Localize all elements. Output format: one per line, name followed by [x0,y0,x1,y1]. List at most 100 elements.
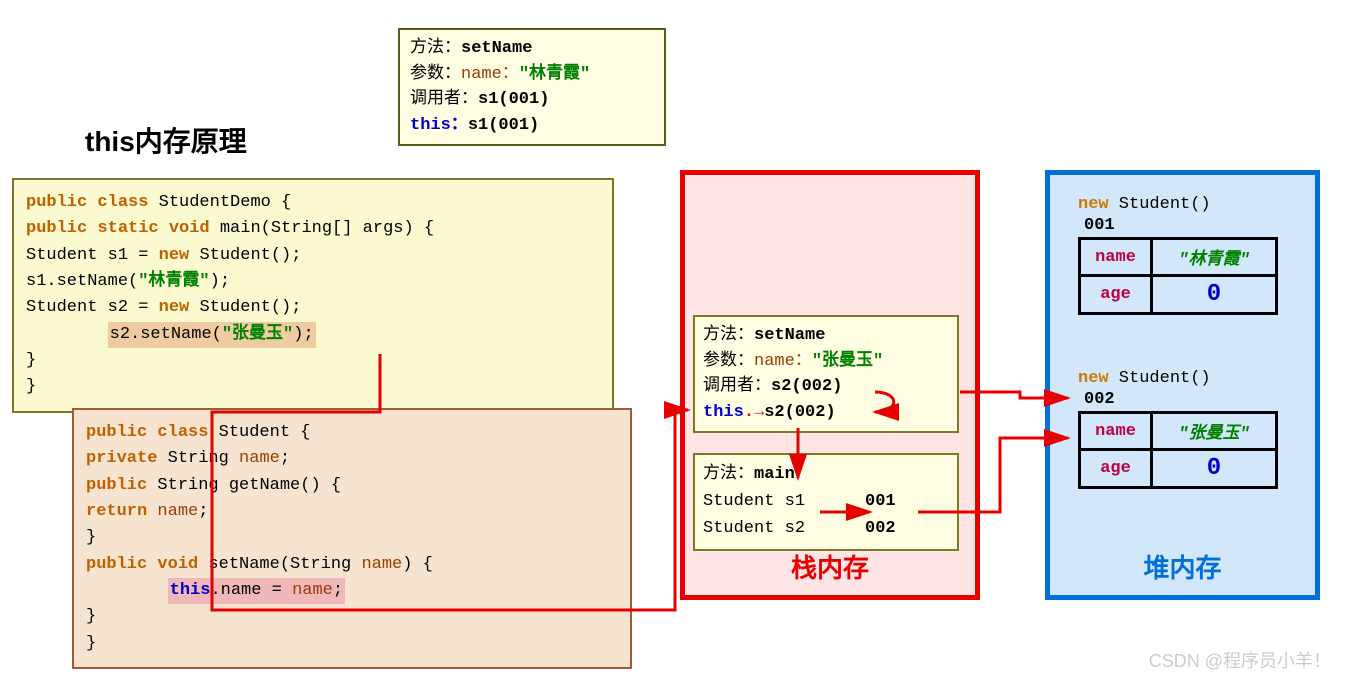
param-value: "林青霞" [519,65,590,84]
text: StudentDemo { [159,193,292,212]
caller: s1( [478,90,509,109]
var-decl: Student [703,519,785,538]
text: String [168,449,239,468]
text: setName(String [208,555,361,574]
kw: public [86,476,157,495]
kw: public class [26,193,159,212]
field-val: 0 [1152,450,1277,488]
type: Student() [1109,195,1211,214]
addr: 001 [865,492,896,511]
field-name: name [1080,239,1152,276]
field-val: 0 [1152,276,1277,314]
text: .name = [210,581,292,600]
string: "林青霞" [138,272,209,291]
field-val: "林青霞" [1152,239,1277,276]
paren: ) [825,403,835,422]
semi: ; [280,449,290,468]
close-brace: } [26,348,600,374]
text: ) { [402,555,433,574]
addr: 002 [865,519,896,538]
paren: ) [529,116,539,135]
this: this [170,581,211,600]
close-brace: } [86,631,618,657]
stack-title: 栈内存 [685,548,975,585]
field-name: name [1080,413,1152,450]
param-name: name： [754,352,812,371]
text: String getName() { [157,476,341,495]
value: setName [461,39,532,58]
kw: public static void [26,219,220,238]
stack-memory-box: 方法：setName 参数：name："张曼玉" 调用者：s2(002) thi… [680,170,980,600]
this-addr: 001 [498,116,529,135]
kw: return [86,502,157,521]
param: name [361,555,402,574]
code-block-demo: public class StudentDemo { public static… [12,178,614,413]
addr: 002 [802,377,833,396]
watermark: CSDN @程序员小羊！ [1149,647,1331,673]
addr: 001 [509,90,540,109]
close-brace: } [86,525,618,551]
close-brace: } [86,604,618,630]
text: Student(); [199,298,301,317]
label: 方法： [703,326,754,345]
new-kw: new [1078,369,1109,388]
field: name [239,449,280,468]
kw: public class [86,423,219,442]
kw: new [159,246,200,265]
string: "张曼玉" [222,325,293,344]
arrow-dot: .→ [744,403,764,422]
paren: ) [832,377,842,396]
text: ); [210,272,230,291]
var-name: s2 [785,519,805,538]
this-label: this [703,403,744,422]
highlighted-line: this.name = name; [168,578,345,604]
this-caller: s2( [764,403,795,422]
stack-frame-main: 方法：main Student s1 001 Student s2 002 [693,453,959,551]
heap-object-2: new Student() 002 name"张曼玉" age0 [1078,367,1296,489]
object-table: name"林青霞" age0 [1078,237,1278,315]
caller: s2( [771,377,802,396]
value: main [754,465,795,484]
type: Student() [1109,369,1211,388]
stack-frame-setname: 方法：setName 参数：name："张曼玉" 调用者：s2(002) thi… [693,315,959,433]
param: name [292,581,333,600]
field: name [157,502,198,521]
semi: ; [198,502,208,521]
highlighted-line: s2.setName("张曼玉"); [108,322,316,348]
addr: 001 [1078,216,1296,235]
text: ); [293,325,313,344]
label: 方法： [703,465,754,484]
this-label: this： [410,116,468,135]
var-decl: Student [703,492,785,511]
code-block-student: public class Student { private String na… [72,408,632,669]
this-addr: 002 [795,403,826,422]
label: 方法： [410,39,461,58]
text: s1.setName( [26,272,138,291]
text: Student { [219,423,311,442]
kw: private [86,449,168,468]
text: Student s1 = [26,246,159,265]
text: Student(); [199,246,301,265]
text: Student s2 = [26,298,159,317]
object-table: name"张曼玉" age0 [1078,411,1278,489]
heap-memory-box: new Student() 001 name"林青霞" age0 new Stu… [1045,170,1320,600]
semi: ; [333,581,343,600]
label: 参数： [410,65,461,84]
value: setName [754,326,825,345]
param-value: "张曼玉" [812,352,883,371]
paren: ) [539,90,549,109]
text: s2.setName( [110,325,222,344]
new-kw: new [1078,195,1109,214]
heap-object-1: new Student() 001 name"林青霞" age0 [1078,193,1296,315]
field-name: age [1080,276,1152,314]
field-val: "张曼玉" [1152,413,1277,450]
close-brace: } [26,374,600,400]
top-stack-frame: 方法：setName 参数：name："林青霞" 调用者：s1(001) thi… [398,28,666,146]
param-name: name： [461,65,519,84]
this-caller: s1( [468,116,499,135]
kw: new [159,298,200,317]
label: 调用者： [703,377,771,396]
text: main(String[] args) { [220,219,434,238]
var-name: s1 [785,492,805,511]
label: 参数： [703,352,754,371]
